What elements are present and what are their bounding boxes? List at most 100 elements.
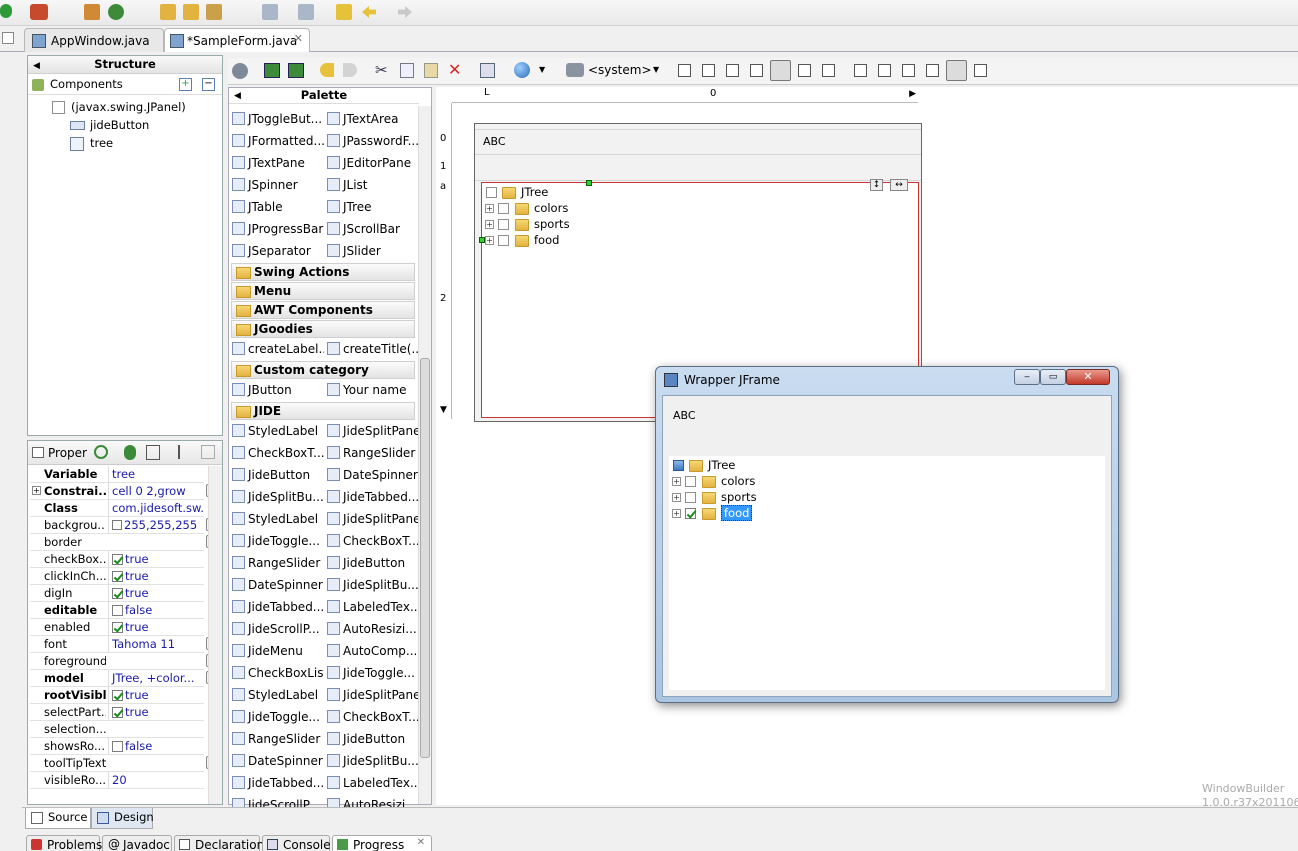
- collapse-left-icon[interactable]: ◀: [234, 89, 241, 104]
- debug-icon[interactable]: [30, 4, 48, 20]
- look-and-feel-select[interactable]: <system>: [588, 63, 652, 77]
- palette-item[interactable]: JScrollBar: [327, 219, 419, 239]
- palette-category[interactable]: AWT Components: [231, 301, 415, 319]
- paste-icon[interactable]: [424, 63, 438, 78]
- palette-item[interactable]: CheckBoxList: [232, 663, 324, 683]
- palette-item[interactable]: LabeledTex...: [327, 773, 419, 793]
- next-annotation-icon[interactable]: [262, 4, 278, 20]
- expand-icon[interactable]: +: [672, 509, 681, 518]
- chevron-down-icon[interactable]: ▼: [539, 65, 545, 74]
- copy-icon[interactable]: [400, 63, 414, 78]
- tree-item[interactable]: + sports: [672, 490, 757, 506]
- view-tab-problems[interactable]: Problems: [26, 835, 102, 851]
- tree-node-jidebutton[interactable]: jideButton: [70, 116, 149, 134]
- property-value[interactable]: JTree, +color...: [108, 670, 204, 686]
- palette-item[interactable]: JideButton: [327, 729, 419, 749]
- property-row[interactable]: toolTipText•••: [30, 755, 223, 772]
- property-value[interactable]: true: [108, 568, 204, 584]
- palette-item[interactable]: JideToggle...: [232, 531, 324, 551]
- palette-item[interactable]: JideTabbed...: [232, 597, 324, 617]
- palette-item[interactable]: RangeSlider: [232, 553, 324, 573]
- prev-annotation-icon[interactable]: [298, 4, 314, 20]
- palette-item[interactable]: JTextArea: [327, 109, 419, 129]
- tree-node-jpanel[interactable]: (javax.swing.JPanel): [52, 98, 186, 116]
- property-value[interactable]: Tahoma 11: [108, 636, 204, 652]
- delete-icon[interactable]: ✕: [448, 60, 461, 79]
- property-value[interactable]: false: [108, 738, 204, 754]
- tree-root[interactable]: JTree: [486, 185, 548, 201]
- property-value[interactable]: com.jidesoft.sw...: [108, 500, 204, 516]
- palette-item[interactable]: JToggleBut...: [232, 109, 324, 129]
- expand-all-icon[interactable]: +: [179, 78, 192, 91]
- property-value[interactable]: 255,255,255: [108, 517, 204, 533]
- property-value[interactable]: 20: [108, 772, 204, 788]
- property-row[interactable]: modelJTree, +color...•••: [30, 670, 223, 687]
- checkbox-icon[interactable]: [112, 622, 123, 633]
- expand-icon[interactable]: +: [672, 477, 681, 486]
- property-row[interactable]: foreground•••: [30, 653, 223, 670]
- align-bottom-icon[interactable]: [926, 64, 939, 77]
- checkbox-icon[interactable]: [112, 554, 123, 565]
- view-tab-declaration[interactable]: Declaration: [174, 835, 264, 851]
- close-icon[interactable]: ✕: [417, 837, 425, 848]
- align-middle-icon[interactable]: [902, 64, 915, 77]
- fill-vertical-icon[interactable]: ↕: [870, 179, 883, 191]
- palette-item[interactable]: CheckBoxT...: [327, 531, 419, 551]
- scroll-thumb[interactable]: [420, 358, 430, 758]
- tree-node-tree[interactable]: tree: [70, 134, 113, 152]
- palette-item[interactable]: StyledLabel: [232, 509, 324, 529]
- palette-item[interactable]: DateSpinner: [232, 575, 324, 595]
- checkbox-icon[interactable]: [112, 741, 123, 752]
- tree-item[interactable]: + food: [672, 505, 753, 522]
- property-row[interactable]: Class com.jidesoft.sw...: [30, 500, 204, 517]
- tab-appwindow[interactable]: AppWindow.java: [24, 28, 164, 52]
- palette-category[interactable]: Custom category: [231, 361, 415, 379]
- property-value[interactable]: true: [108, 619, 204, 635]
- collapse-left-icon[interactable]: ◀: [33, 58, 40, 75]
- checkbox-icon[interactable]: [112, 588, 123, 599]
- palette-category[interactable]: Menu: [231, 282, 415, 300]
- palette-item[interactable]: JideSplitPane: [327, 685, 419, 705]
- expand-icon[interactable]: +: [485, 220, 494, 229]
- palette-item[interactable]: LabeledTex...: [327, 597, 419, 617]
- palette-item[interactable]: JSlider: [327, 241, 419, 261]
- palette-item[interactable]: JProgressBar: [232, 219, 324, 239]
- palette-category[interactable]: JGoodies: [231, 320, 415, 338]
- search-icon[interactable]: [206, 4, 222, 20]
- expand-icon[interactable]: +: [485, 204, 494, 213]
- palette-item[interactable]: StyledLabel: [232, 421, 324, 441]
- palette-item[interactable]: JEditorPane: [327, 153, 419, 173]
- goto-definition-icon[interactable]: [124, 445, 136, 460]
- palette-item[interactable]: JList: [327, 175, 419, 195]
- palette-item[interactable]: AutoComp...: [327, 641, 419, 661]
- cut-icon[interactable]: ✂: [375, 61, 388, 79]
- align-none-icon[interactable]: [854, 64, 867, 77]
- palette-item[interactable]: JideToggle...: [327, 663, 419, 683]
- property-value[interactable]: true: [108, 585, 204, 601]
- fill-right-icon[interactable]: [750, 64, 763, 77]
- design-tab[interactable]: Design: [91, 808, 154, 829]
- tree-item[interactable]: + colors: [672, 474, 755, 490]
- tree-item[interactable]: + colors: [485, 201, 568, 217]
- checkbox-icon[interactable]: [112, 571, 123, 582]
- wrapper-window[interactable]: Wrapper JFrame ‒ ▭ ✕ ABC JTree + colors +…: [655, 366, 1119, 703]
- minimize-button[interactable]: ‒: [1014, 369, 1040, 385]
- property-row[interactable]: digIn true: [30, 585, 204, 602]
- palette-item[interactable]: JideToggle...: [232, 707, 324, 727]
- look-and-feel-icon[interactable]: [566, 63, 584, 77]
- restore-default-icon[interactable]: [201, 445, 215, 459]
- wrapper-jtree[interactable]: JTree + colors + sports + food: [669, 456, 1105, 690]
- redo-icon[interactable]: [343, 63, 357, 77]
- palette-scrollbar[interactable]: [418, 106, 431, 804]
- property-row[interactable]: rootVisible true: [30, 687, 204, 704]
- palette-item[interactable]: DateSpinner: [327, 465, 419, 485]
- palette-item[interactable]: AutoResizi...: [327, 619, 419, 639]
- fill-vertical-button[interactable]: [946, 60, 967, 81]
- palette-item[interactable]: JSpinner: [232, 175, 324, 195]
- property-row[interactable]: visibleRo... 20: [30, 772, 204, 789]
- abc-label[interactable]: ABC: [483, 135, 506, 148]
- property-row[interactable]: selection...: [30, 721, 204, 738]
- leading-icon[interactable]: [798, 64, 811, 77]
- checkbox-icon[interactable]: [112, 690, 123, 701]
- view-tab-progress[interactable]: Progress ✕: [332, 835, 432, 851]
